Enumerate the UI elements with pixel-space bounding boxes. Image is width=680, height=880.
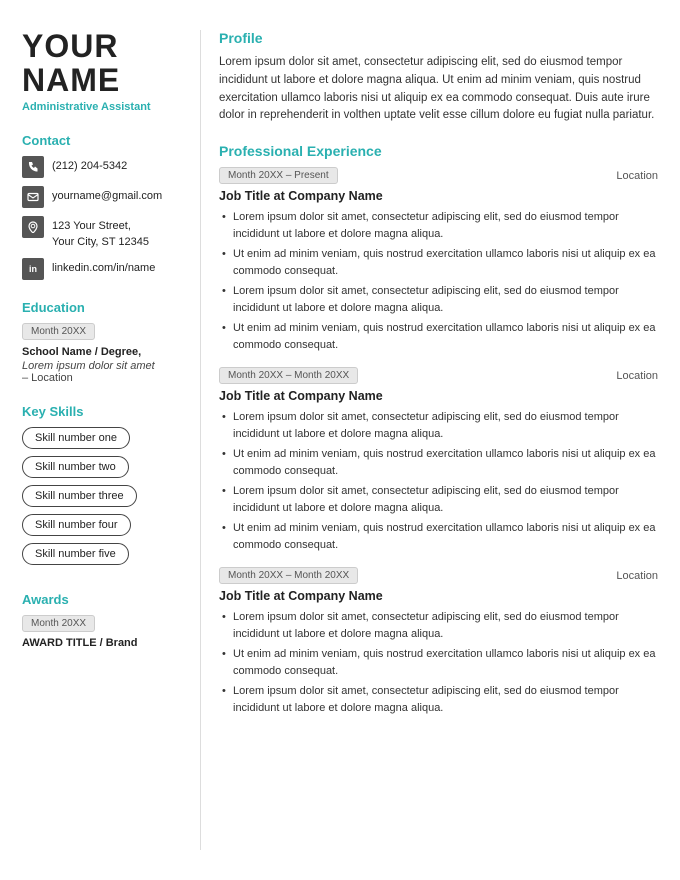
bullet-1-1: Lorem ipsum dolor sit amet, consectetur … (219, 209, 658, 242)
profile-section-title: Profile (219, 30, 658, 46)
left-column: YOUR NAME Administrative Assistant Conta… (0, 30, 200, 850)
address-text: 123 Your Street, Your City, ST 12345 (52, 216, 149, 250)
linkedin-text: linkedin.com/in/name (52, 258, 155, 276)
skills-section-title: Key Skills (22, 404, 182, 419)
contact-section-title: Contact (22, 133, 182, 148)
education-school: School Name / Degree, (22, 346, 182, 358)
skill-1: Skill number one (22, 427, 130, 449)
exp-location-3: Location (616, 570, 658, 582)
first-name: YOUR (22, 30, 182, 64)
bullet-1-3: Lorem ipsum dolor sit amet, consectetur … (219, 283, 658, 316)
right-column: Profile Lorem ipsum dolor sit amet, cons… (200, 30, 680, 850)
bullet-3-1: Lorem ipsum dolor sit amet, consectetur … (219, 609, 658, 642)
award-date-badge: Month 20XX (22, 615, 95, 632)
exp-location-2: Location (616, 370, 658, 382)
exp-title-bold-3: Job Title (219, 589, 270, 603)
exp-header-2: Month 20XX – Month 20XX Location (219, 367, 658, 384)
exp-bullets-3: Lorem ipsum dolor sit amet, consectetur … (219, 609, 658, 716)
skill-3: Skill number three (22, 485, 137, 507)
exp-company-text-1: at Company Name (274, 189, 383, 203)
profile-text: Lorem ipsum dolor sit amet, consectetur … (219, 54, 658, 125)
exp-company-text-2: at Company Name (274, 389, 383, 403)
exp-header-1: Month 20XX – Present Location (219, 167, 658, 184)
exp-job-title-1: Job Title at Company Name (219, 189, 658, 203)
experience-entry-2: Month 20XX – Month 20XX Location Job Tit… (219, 367, 658, 553)
contact-phone: (212) 204-5342 (22, 156, 182, 178)
education-section-title: Education (22, 300, 182, 315)
contact-linkedin: in linkedin.com/in/name (22, 258, 182, 280)
exp-header-3: Month 20XX – Month 20XX Location (219, 567, 658, 584)
email-icon (22, 186, 44, 208)
phone-text: (212) 204-5342 (52, 156, 127, 174)
contact-email: yourname@gmail.com (22, 186, 182, 208)
experience-section-title: Professional Experience (219, 143, 658, 159)
experience-entry-3: Month 20XX – Month 20XX Location Job Tit… (219, 567, 658, 716)
exp-title-bold-2: Job Title (219, 389, 270, 403)
award-title: AWARD TITLE / Brand (22, 637, 182, 649)
exp-date-3: Month 20XX – Month 20XX (219, 567, 358, 584)
education-location: – Location (22, 372, 182, 384)
bullet-2-4: Ut enim ad minim veniam, quis nostrud ex… (219, 520, 658, 553)
education-detail: Lorem ipsum dolor sit amet (22, 360, 182, 372)
bullet-2-1: Lorem ipsum dolor sit amet, consectetur … (219, 409, 658, 442)
name-block: YOUR NAME Administrative Assistant (22, 30, 182, 113)
exp-job-title-2: Job Title at Company Name (219, 389, 658, 403)
skill-5: Skill number five (22, 543, 129, 565)
exp-date-1: Month 20XX – Present (219, 167, 338, 184)
awards-section-title: Awards (22, 592, 182, 607)
last-name: NAME (22, 64, 182, 98)
skill-2: Skill number two (22, 456, 129, 478)
bullet-1-2: Ut enim ad minim veniam, quis nostrud ex… (219, 246, 658, 279)
linkedin-icon: in (22, 258, 44, 280)
contact-address: 123 Your Street, Your City, ST 12345 (22, 216, 182, 250)
exp-location-1: Location (616, 170, 658, 182)
email-text: yourname@gmail.com (52, 186, 162, 204)
resume-container: YOUR NAME Administrative Assistant Conta… (0, 0, 680, 880)
bullet-3-3: Lorem ipsum dolor sit amet, consectetur … (219, 683, 658, 716)
bullet-2-2: Ut enim ad minim veniam, quis nostrud ex… (219, 446, 658, 479)
exp-company-text-3: at Company Name (274, 589, 383, 603)
job-title: Administrative Assistant (22, 101, 182, 113)
education-date-badge: Month 20XX (22, 323, 95, 340)
exp-job-title-3: Job Title at Company Name (219, 589, 658, 603)
skill-4: Skill number four (22, 514, 131, 536)
exp-date-2: Month 20XX – Month 20XX (219, 367, 358, 384)
bullet-2-3: Lorem ipsum dolor sit amet, consectetur … (219, 483, 658, 516)
bullet-1-4: Ut enim ad minim veniam, quis nostrud ex… (219, 320, 658, 353)
exp-bullets-2: Lorem ipsum dolor sit amet, consectetur … (219, 409, 658, 553)
experience-entry-1: Month 20XX – Present Location Job Title … (219, 167, 658, 353)
location-icon (22, 216, 44, 238)
exp-title-bold-1: Job Title (219, 189, 270, 203)
phone-icon (22, 156, 44, 178)
skills-list: Skill number one Skill number two Skill … (22, 427, 182, 572)
bullet-3-2: Ut enim ad minim veniam, quis nostrud ex… (219, 646, 658, 679)
exp-bullets-1: Lorem ipsum dolor sit amet, consectetur … (219, 209, 658, 353)
